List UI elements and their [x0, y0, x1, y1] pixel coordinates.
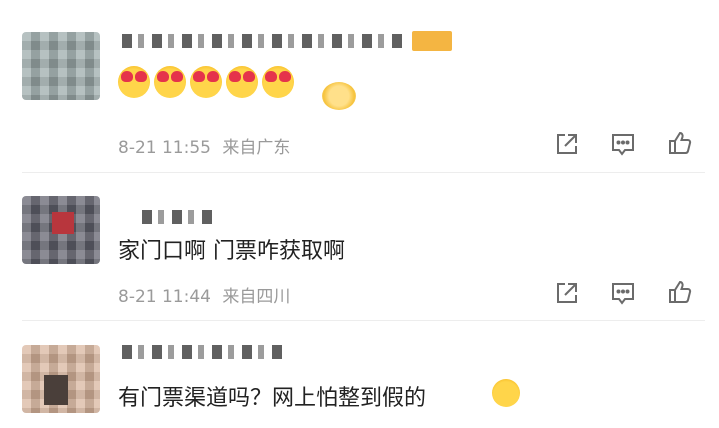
divider — [22, 172, 705, 173]
timestamp: 8-21 11:44 — [118, 287, 211, 307]
heart-eyes-emoji — [190, 66, 222, 98]
location: 来自广东 — [222, 138, 291, 158]
username-blurred[interactable] — [142, 210, 214, 224]
avatar[interactable] — [22, 196, 100, 264]
comment-icon[interactable] — [610, 280, 636, 306]
emoji-row — [118, 66, 294, 98]
share-icon[interactable] — [554, 131, 580, 157]
username-blurred-badge — [412, 31, 452, 51]
laughing-crying-emoji — [492, 379, 520, 407]
timestamp: 8-21 11:55 — [118, 138, 211, 158]
heart-eyes-emoji — [262, 66, 294, 98]
comment-icon[interactable] — [610, 131, 636, 157]
location: 来自四川 — [222, 287, 291, 307]
divider — [22, 320, 705, 321]
comment-text: 有门票渠道吗？网上怕整到假的 — [118, 386, 427, 411]
avatar[interactable] — [22, 345, 100, 413]
username-blurred[interactable] — [122, 34, 402, 48]
heart-eyes-emoji — [154, 66, 186, 98]
gold-badge-icon — [322, 82, 356, 110]
share-icon[interactable] — [554, 280, 580, 306]
avatar[interactable] — [22, 32, 100, 100]
heart-eyes-emoji — [226, 66, 258, 98]
comment-meta: 8-21 11:44 来自四川 — [118, 282, 290, 307]
heart-eyes-emoji — [118, 66, 150, 98]
username-blurred[interactable] — [122, 345, 282, 359]
comment-text: 家门口啊 门票咋获取啊 — [118, 239, 345, 264]
comment-meta: 8-21 11:55 来自广东 — [118, 133, 290, 158]
like-icon[interactable] — [667, 279, 693, 305]
like-icon[interactable] — [667, 130, 693, 156]
